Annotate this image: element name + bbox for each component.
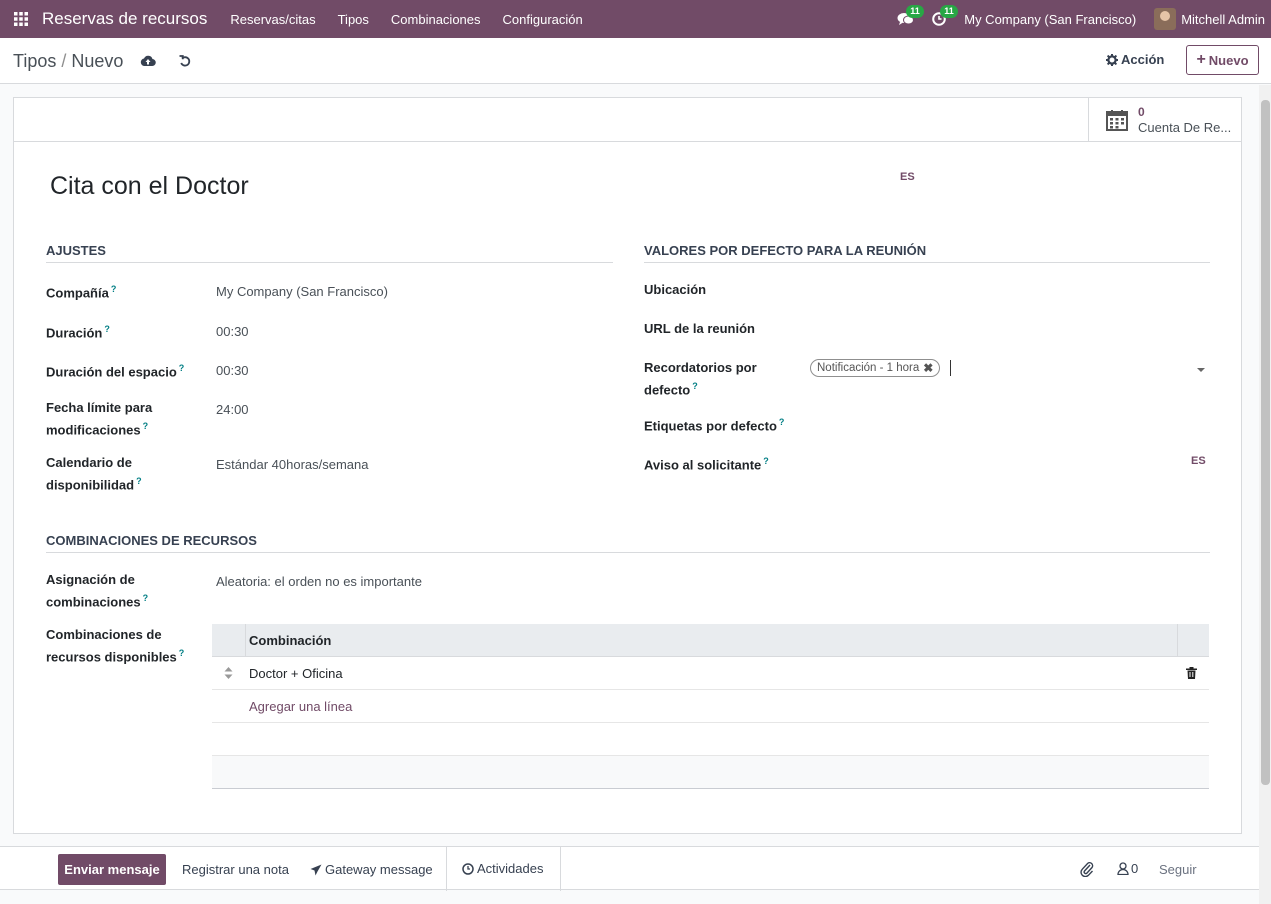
appointment-type-name[interactable]: Cita con el Doctor <box>50 172 249 201</box>
activities-label: Actividades <box>477 861 544 876</box>
calendar-icon <box>1106 110 1128 131</box>
gateway-label: Gateway message <box>325 862 433 877</box>
reminders-label: Recordatorios por defecto? <box>644 360 757 398</box>
combination-cell[interactable]: Doctor + Oficina <box>249 666 343 681</box>
cloud-upload-icon[interactable] <box>140 53 156 69</box>
chevron-down-icon[interactable] <box>1197 368 1205 372</box>
applicant-notice-label: Aviso al solicitante? <box>644 456 769 473</box>
avatar <box>1154 8 1177 30</box>
top-navbar: Reservas de recursos Reservas/citas Tipo… <box>0 0 1271 38</box>
drag-handle-icon[interactable] <box>224 667 233 679</box>
paperclip-icon[interactable] <box>1080 861 1094 877</box>
apps-menu-icon[interactable] <box>0 0 42 38</box>
location-label: Ubicación <box>644 282 707 297</box>
add-line-row: Agregar una línea <box>212 690 1209 723</box>
table-header: Combinación <box>212 624 1209 657</box>
scrollbar-thumb[interactable] <box>1261 100 1270 785</box>
meeting-defaults-section-title: VALORES POR DEFECTO PARA LA REUNIÓN <box>644 243 1210 263</box>
assignment-label: Asignación de combinaciones? <box>46 572 149 610</box>
gear-icon <box>1106 53 1118 66</box>
available-combinations-label: Combinaciones de recursos disponibles? <box>46 627 185 665</box>
app-name[interactable]: Reservas de recursos <box>42 9 207 29</box>
activities-button-chatter[interactable]: Actividades <box>462 861 543 876</box>
bookings-count-label: Cuenta De Re... <box>1138 120 1232 135</box>
user-name: Mitchell Admin <box>1181 11 1265 27</box>
slot-duration-label: Duración del espacio? <box>46 363 185 380</box>
table-row[interactable]: Doctor + Oficina <box>212 657 1209 690</box>
plane-icon <box>310 864 322 875</box>
activities-badge: 11 <box>940 5 958 18</box>
breadcrumb-parent[interactable]: Tipos <box>13 51 56 71</box>
reminder-tag: Notificación - 1 hora ✖ <box>810 359 941 377</box>
company-label: Compañía? <box>46 284 117 301</box>
control-panel: Tipos / Nuevo Acción + Nuevo <box>0 38 1271 84</box>
discard-icon[interactable] <box>177 53 193 69</box>
menu-combinaciones[interactable]: Combinaciones <box>380 12 492 27</box>
company-field[interactable]: My Company (San Francisco) <box>216 284 388 299</box>
log-note-button[interactable]: Registrar una nota <box>182 862 289 877</box>
form-sheet: 0 Cuenta De Re... Cita con el Doctor ES … <box>13 97 1242 834</box>
plus-icon: + <box>1196 51 1206 68</box>
followers-button[interactable]: 0 <box>1117 861 1138 876</box>
company-switcher[interactable]: My Company (San Francisco) <box>964 12 1136 27</box>
notice-lang-button[interactable]: ES <box>1191 455 1206 467</box>
trash-icon[interactable] <box>1186 667 1197 679</box>
slot-duration-field[interactable]: 00:30 <box>216 363 249 378</box>
chatter-bar: Enviar mensaje Registrar una nota Gatewa… <box>0 846 1259 891</box>
messages-button[interactable]: 11 <box>888 0 924 38</box>
assignment-field[interactable]: Aleatoria: el orden no es importante <box>216 574 422 589</box>
follow-button[interactable]: Seguir <box>1159 862 1197 877</box>
user-menu[interactable]: Mitchell Admin <box>1154 8 1265 30</box>
deadline-label: Fecha límite para modificaciones? <box>46 400 153 438</box>
activities-button[interactable]: 11 <box>922 0 958 38</box>
meeting-url-label: URL de la reunión <box>644 321 755 336</box>
reminders-input[interactable] <box>950 360 951 376</box>
user-icon <box>1117 862 1129 875</box>
reminder-tag-label: Notificación - 1 hora <box>817 362 920 374</box>
bookings-count-value: 0 <box>1138 105 1145 119</box>
deadline-field[interactable]: 24:00 <box>216 402 249 417</box>
messages-badge: 11 <box>906 5 924 18</box>
default-tags-label: Etiquetas por defecto? <box>644 417 785 434</box>
calendar-field[interactable]: Estándar 40horas/semana <box>216 457 368 472</box>
breadcrumb-current: Nuevo <box>71 51 124 71</box>
duration-label: Duración? <box>46 324 110 341</box>
empty-row <box>212 756 1209 789</box>
action-button[interactable]: Acción <box>1106 52 1164 67</box>
breadcrumb-separator: / <box>61 51 67 71</box>
new-button[interactable]: + Nuevo <box>1186 45 1259 75</box>
combinations-table: Combinación Doctor + Oficina Agregar una… <box>212 624 1209 789</box>
calendar-label: Calendario de disponibilidad? <box>46 455 142 493</box>
title-lang-button[interactable]: ES <box>900 171 915 183</box>
menu-reservas[interactable]: Reservas/citas <box>219 12 326 27</box>
bookings-count-button[interactable]: 0 Cuenta De Re... <box>1088 98 1241 142</box>
gateway-message-button[interactable]: Gateway message <box>310 862 433 877</box>
menu-configuracion[interactable]: Configuración <box>492 12 594 27</box>
breadcrumb: Tipos / Nuevo <box>13 51 123 72</box>
duration-field[interactable]: 00:30 <box>216 324 249 339</box>
action-label: Acción <box>1121 52 1165 67</box>
button-box: 0 Cuenta De Re... <box>14 98 1241 142</box>
settings-section-title: AJUSTES <box>46 243 613 263</box>
menu-tipos[interactable]: Tipos <box>327 12 380 27</box>
combinations-section-title: COMBINACIONES DE RECURSOS <box>46 533 1210 553</box>
empty-row <box>212 723 1209 756</box>
clock-icon <box>462 862 474 875</box>
send-message-button[interactable]: Enviar mensaje <box>58 854 166 885</box>
new-label: Nuevo <box>1208 52 1249 68</box>
followers-count: 0 <box>1131 861 1139 876</box>
add-line-link[interactable]: Agregar una línea <box>249 699 352 714</box>
column-header-combination[interactable]: Combinación <box>249 633 331 648</box>
remove-tag-icon[interactable]: ✖ <box>923 361 933 375</box>
